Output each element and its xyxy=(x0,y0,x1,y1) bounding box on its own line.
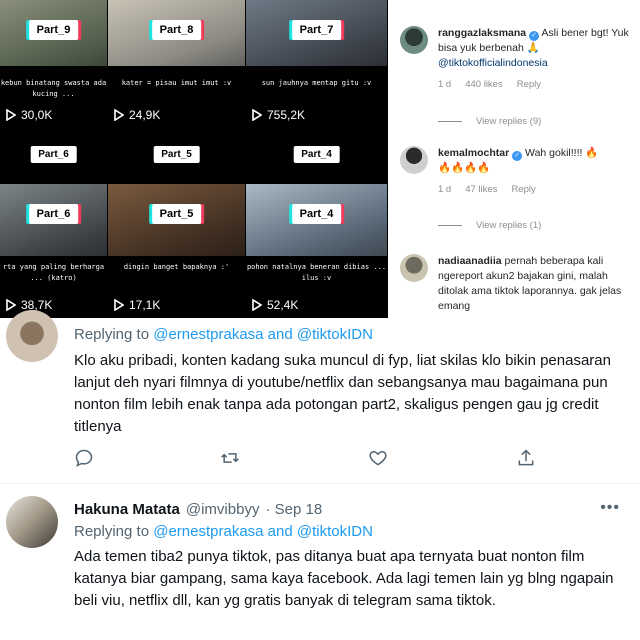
tweet-text: Klo aku pribadi, konten kadang suka munc… xyxy=(74,352,611,435)
play-icon xyxy=(6,299,16,311)
ig-view-replies-label: View replies (1) xyxy=(476,220,542,231)
tiktok-video-tile[interactable]: Part_7 sun jauhnya mentap gitu :v 755,2K xyxy=(246,0,388,128)
tweet-text: Ada temen tiba2 punya tiktok, pas ditany… xyxy=(74,548,614,609)
view-count-value: 17,1K xyxy=(129,298,161,312)
verified-icon: ✓ xyxy=(529,31,540,41)
ig-comment-meta: 1 d 47 likes Reply xyxy=(438,184,634,195)
play-icon xyxy=(6,109,16,121)
instagram-comments: ranggazlaksmana ✓ Asli bener bgt! Yuk bi… xyxy=(388,0,640,318)
part-badge: Part_4 xyxy=(291,204,342,224)
tweet-divider xyxy=(0,483,640,484)
share-icon[interactable] xyxy=(516,448,536,468)
ig-comment: nadiaanadiia pernah beberapa kali ngerep… xyxy=(400,254,634,314)
replying-prefix: Replying to xyxy=(74,523,154,540)
avatar[interactable] xyxy=(6,496,58,548)
view-count: 30,0K xyxy=(6,108,52,122)
ig-comment-meta: 1 d 440 likes Reply xyxy=(438,79,634,90)
tweet-actions xyxy=(74,448,544,470)
part-badge: Part_8 xyxy=(151,20,202,40)
tiktok-part-label: Part_5 xyxy=(108,128,246,184)
part-badge: Part_6 xyxy=(28,204,79,224)
replying-prefix: Replying to xyxy=(74,326,154,343)
ig-comment-body: kemalmochtar ✓ Wah gokil!!!! 🔥 🔥🔥🔥🔥 xyxy=(438,146,634,176)
ig-view-replies[interactable]: View replies (9) xyxy=(438,116,541,127)
ig-username[interactable]: nadiaanadiia xyxy=(438,255,502,267)
replying-to: Replying to @ernestprakasa and @tiktokID… xyxy=(74,326,373,343)
ig-like-count[interactable]: 440 likes xyxy=(465,79,503,90)
play-icon xyxy=(114,299,124,311)
ig-comment: kemalmochtar ✓ Wah gokil!!!! 🔥 🔥🔥🔥🔥 1 d … xyxy=(400,146,634,195)
video-caption: rta yang paling berharga ... (katro) xyxy=(2,263,105,282)
ig-username[interactable]: kemalmochtar xyxy=(438,147,509,159)
verified-icon: ✓ xyxy=(512,151,523,161)
play-icon xyxy=(252,299,262,311)
view-count: 755,2K xyxy=(252,108,305,122)
tiktok-part-label: Part_4 xyxy=(246,128,388,184)
tiktok-video-tile[interactable]: Part_5 dingin banget bapaknya :' 17,1K xyxy=(108,184,246,318)
ig-comment: ranggazlaksmana ✓ Asli bener bgt! Yuk bi… xyxy=(400,26,634,90)
play-icon xyxy=(252,109,262,121)
retweet-icon[interactable] xyxy=(220,448,240,468)
ig-reply-button[interactable]: Reply xyxy=(511,184,535,195)
tiktok-part-label: Part_6 xyxy=(0,128,108,184)
part-badge: Part_6 xyxy=(30,146,77,163)
twitter-replies: Replying to @ernestprakasa and @tiktokID… xyxy=(0,310,640,640)
view-count-value: 24,9K xyxy=(129,108,161,122)
view-count: 17,1K xyxy=(114,298,160,312)
tweet-author-handle[interactable]: @imvibbyy xyxy=(186,501,260,518)
tiktok-video-grid: Part_9 kebun binatang swasta ada kucing … xyxy=(0,0,388,318)
part-badge: Part_7 xyxy=(291,20,342,40)
tiktok-video-tile[interactable]: Part_8 kater = pisau imut imut :v 24,9K xyxy=(108,0,246,128)
ig-reply-button[interactable]: Reply xyxy=(517,79,541,90)
ig-like-count[interactable]: 47 likes xyxy=(465,184,497,195)
view-count-value: 30,0K xyxy=(21,108,53,122)
ig-mention[interactable]: @tiktokofficialindonesia xyxy=(438,57,548,69)
tweet-date[interactable]: · Sep 18 xyxy=(265,501,322,518)
like-icon[interactable] xyxy=(368,448,388,468)
ig-comment-age: 1 d xyxy=(438,79,452,90)
view-count-value: 52,4K xyxy=(267,298,299,312)
video-caption: kebun binatang swasta ada kucing ... xyxy=(0,79,107,98)
divider-line xyxy=(438,121,462,122)
more-icon[interactable]: ••• xyxy=(600,499,620,517)
ig-comment-body: nadiaanadiia pernah beberapa kali ngerep… xyxy=(438,254,634,314)
part-badge: Part_4 xyxy=(293,146,340,163)
ig-comment-text-line2: 🔥🔥🔥🔥 xyxy=(438,162,491,174)
ig-comment-text: Wah gokil!!!! 🔥 xyxy=(525,147,599,159)
video-caption: dingin banget bapaknya :' xyxy=(123,263,230,271)
tweet-header: Hakuna Matata @imvibbyy · Sep 18 xyxy=(74,501,322,518)
divider-line xyxy=(438,225,462,226)
avatar[interactable] xyxy=(400,146,428,174)
view-count: 24,9K xyxy=(114,108,160,122)
video-caption: pohon natalnya beneran dibias ... ilus :… xyxy=(246,263,387,282)
view-count-value: 755,2K xyxy=(267,108,306,122)
avatar[interactable] xyxy=(400,254,428,282)
ig-comment-age: 1 d xyxy=(438,184,452,195)
play-icon xyxy=(114,109,124,121)
video-caption: kater = pisau imut imut :v xyxy=(121,79,232,87)
view-count: 52,4K xyxy=(252,298,298,312)
ig-username[interactable]: ranggazlaksmana xyxy=(438,27,526,39)
avatar[interactable] xyxy=(400,26,428,54)
tiktok-video-tile[interactable]: Part_9 kebun binatang swasta ada kucing … xyxy=(0,0,108,128)
part-badge: Part_5 xyxy=(151,204,202,224)
ig-comment-body: ranggazlaksmana ✓ Asli bener bgt! Yuk bi… xyxy=(438,26,634,71)
ig-view-replies[interactable]: View replies (1) xyxy=(438,220,541,231)
tweet-author-name[interactable]: Hakuna Matata xyxy=(74,501,180,518)
avatar[interactable] xyxy=(6,310,58,362)
video-caption: sun jauhnya mentap gitu :v xyxy=(261,79,372,87)
tiktok-video-tile[interactable]: Part_4 pohon natalnya beneran dibias ...… xyxy=(246,184,388,318)
tiktok-video-tile[interactable]: Part_6 rta yang paling berharga ... (kat… xyxy=(0,184,108,318)
ig-view-replies-label: View replies (9) xyxy=(476,116,542,127)
replying-to-link[interactable]: @ernestprakasa and @tiktokIDN xyxy=(153,326,373,343)
part-badge: Part_9 xyxy=(28,20,79,40)
replying-to-link[interactable]: @ernestprakasa and @tiktokIDN xyxy=(153,523,373,540)
part-badge: Part_5 xyxy=(153,146,200,163)
replying-to: Replying to @ernestprakasa and @tiktokID… xyxy=(74,523,373,540)
reply-icon[interactable] xyxy=(74,448,94,468)
